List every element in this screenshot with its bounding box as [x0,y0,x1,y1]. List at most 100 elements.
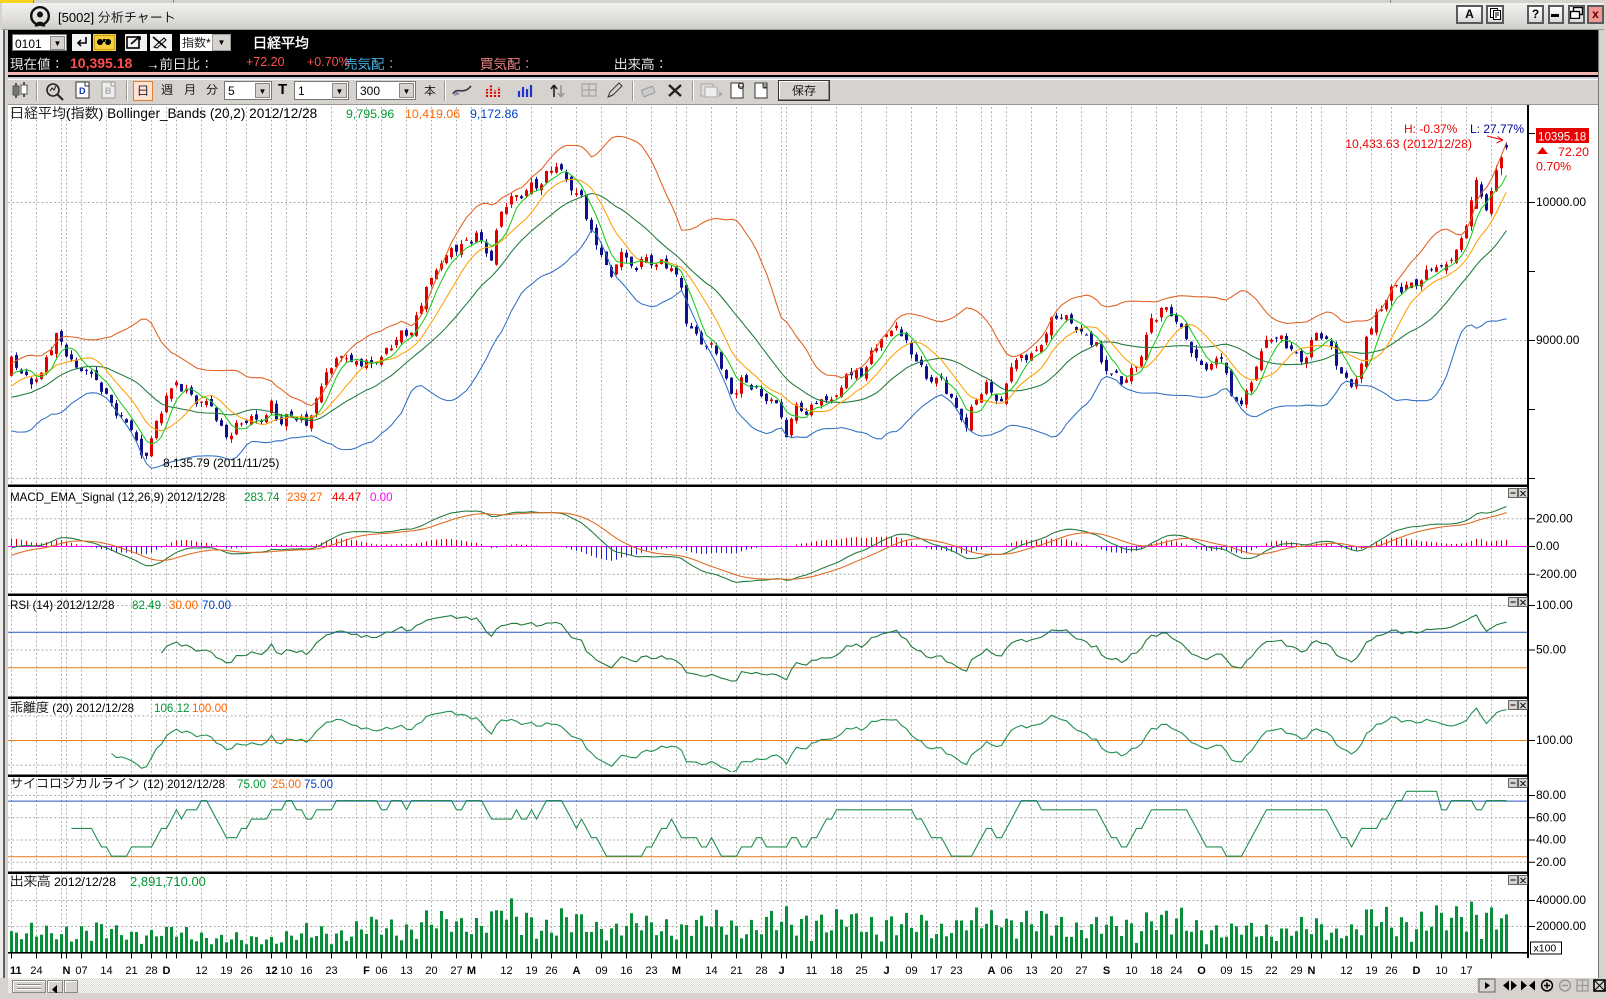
svg-text:23: 23 [950,965,962,977]
svg-text:20: 20 [1050,965,1062,977]
svg-text:80.00: 80.00 [1536,788,1566,802]
svg-text:12: 12 [1340,965,1352,977]
svg-text:2,891,710.00: 2,891,710.00 [130,874,206,889]
svg-text:A: A [573,965,581,977]
svg-text:11: 11 [10,965,22,977]
svg-text:出来高 2012/12/28: 出来高 2012/12/28 [10,874,116,889]
svg-text:RSI (14) 2012/12/28: RSI (14) 2012/12/28 [10,599,114,612]
svg-text:23: 23 [645,965,657,977]
svg-text:10,433.63 (2012/12/28): 10,433.63 (2012/12/28) [1345,137,1472,151]
svg-text:28: 28 [755,965,767,977]
svg-text:26: 26 [545,965,557,977]
svg-text:M: M [672,965,681,977]
svg-text:10,419.06: 10,419.06 [405,107,460,121]
svg-text:0.70%: 0.70% [1536,160,1571,174]
svg-text:09: 09 [905,965,917,977]
svg-text:26: 26 [240,965,252,977]
svg-text:サイコロジカルライン (12) 2012/12/28: サイコロジカルライン (12) 2012/12/28 [10,776,225,791]
svg-text:75.00: 75.00 [237,778,266,791]
svg-text:18: 18 [830,965,842,977]
svg-text:MACD_EMA_Signal (12,26,9) 2012: MACD_EMA_Signal (12,26,9) 2012/12/28 [10,491,225,504]
svg-text:D: D [79,86,86,96]
svg-text:75.00: 75.00 [304,778,333,791]
svg-text:60.00: 60.00 [1536,811,1566,825]
svg-text:11: 11 [806,965,817,977]
svg-text:15: 15 [1240,965,1252,977]
svg-text:30.00: 30.00 [169,599,198,612]
svg-text:28: 28 [145,965,157,977]
svg-text:10: 10 [1435,965,1447,977]
svg-text:9,172.86: 9,172.86 [470,107,518,121]
svg-text:12: 12 [500,965,512,977]
svg-text:82.49: 82.49 [132,599,161,612]
svg-text:F: F [363,965,370,977]
svg-text:L: 27.77%: L: 27.77% [1470,122,1524,136]
svg-text:13: 13 [400,965,412,977]
svg-text:日経平均(指数) Bollinger_Bands (20,2: 日経平均(指数) Bollinger_Bands (20,2) 2012/12/… [10,105,317,121]
svg-text:100.00: 100.00 [1536,598,1573,612]
svg-text:14: 14 [100,965,112,977]
svg-text:06: 06 [375,965,387,977]
svg-text:B: B [105,86,112,96]
svg-text:23: 23 [325,965,337,977]
svg-text:M: M [467,965,476,977]
svg-text:J: J [883,965,889,977]
svg-text:239.27: 239.27 [287,491,322,504]
svg-text:19: 19 [220,965,232,977]
svg-text:22: 22 [1265,965,1277,977]
svg-text:H: -0.37%: H: -0.37% [1404,122,1458,136]
svg-text:N: N [63,965,71,977]
svg-text:21: 21 [730,965,742,977]
svg-text:09: 09 [595,965,607,977]
svg-text:8,135.79 (2011/11/25): 8,135.79 (2011/11/25) [163,456,279,470]
svg-text:9,795.96: 9,795.96 [346,107,394,121]
svg-text:17: 17 [1460,965,1472,977]
svg-text:50.00: 50.00 [1536,643,1566,657]
svg-text:18: 18 [1150,965,1162,977]
svg-text:40000.00: 40000.00 [1536,893,1586,907]
svg-text:-200.00: -200.00 [1536,567,1577,581]
svg-text:24: 24 [30,965,42,977]
svg-text:26: 26 [1385,965,1397,977]
svg-text:20: 20 [425,965,437,977]
svg-text:10: 10 [1125,965,1137,977]
svg-text:21: 21 [125,965,137,977]
svg-text:J: J [778,965,784,977]
svg-text:07: 07 [75,965,87,977]
svg-text:20.00: 20.00 [1536,855,1566,869]
svg-text:10395.18: 10395.18 [1538,131,1586,144]
svg-text:40.00: 40.00 [1536,833,1566,847]
svg-text:25.00: 25.00 [272,778,301,791]
svg-text:17: 17 [930,965,942,977]
svg-text:19: 19 [1365,965,1377,977]
svg-text:72.20: 72.20 [1558,145,1589,159]
svg-text:N: N [1308,965,1316,977]
svg-text:19: 19 [525,965,537,977]
svg-text:14: 14 [705,965,717,977]
svg-text:06: 06 [1000,965,1012,977]
svg-text:25: 25 [855,965,867,977]
svg-text:106.12: 106.12 [154,702,189,715]
svg-text:0.00: 0.00 [370,491,393,504]
svg-text:A: A [988,965,996,977]
svg-text:200.00: 200.00 [1536,512,1573,526]
svg-text:S: S [1103,965,1110,977]
svg-text:70.00: 70.00 [202,599,231,612]
svg-text:10: 10 [280,965,292,977]
svg-text:13: 13 [1025,965,1037,977]
svg-text:x100: x100 [1534,943,1557,955]
svg-text:乖離度 (20) 2012/12/28: 乖離度 (20) 2012/12/28 [10,700,134,715]
svg-text:12: 12 [195,965,207,977]
svg-text:27: 27 [450,965,462,977]
svg-text:283.74: 283.74 [244,491,280,504]
svg-text:9000.00: 9000.00 [1536,333,1580,347]
svg-text:16: 16 [620,965,632,977]
svg-text:44.47: 44.47 [332,491,361,504]
svg-text:100.00: 100.00 [1536,733,1573,747]
svg-text:D: D [163,965,171,977]
svg-text:100.00: 100.00 [192,702,227,715]
svg-text:16: 16 [300,965,312,977]
svg-text:29: 29 [1290,965,1302,977]
svg-text:12: 12 [265,965,277,977]
svg-text:D: D [1413,965,1421,977]
